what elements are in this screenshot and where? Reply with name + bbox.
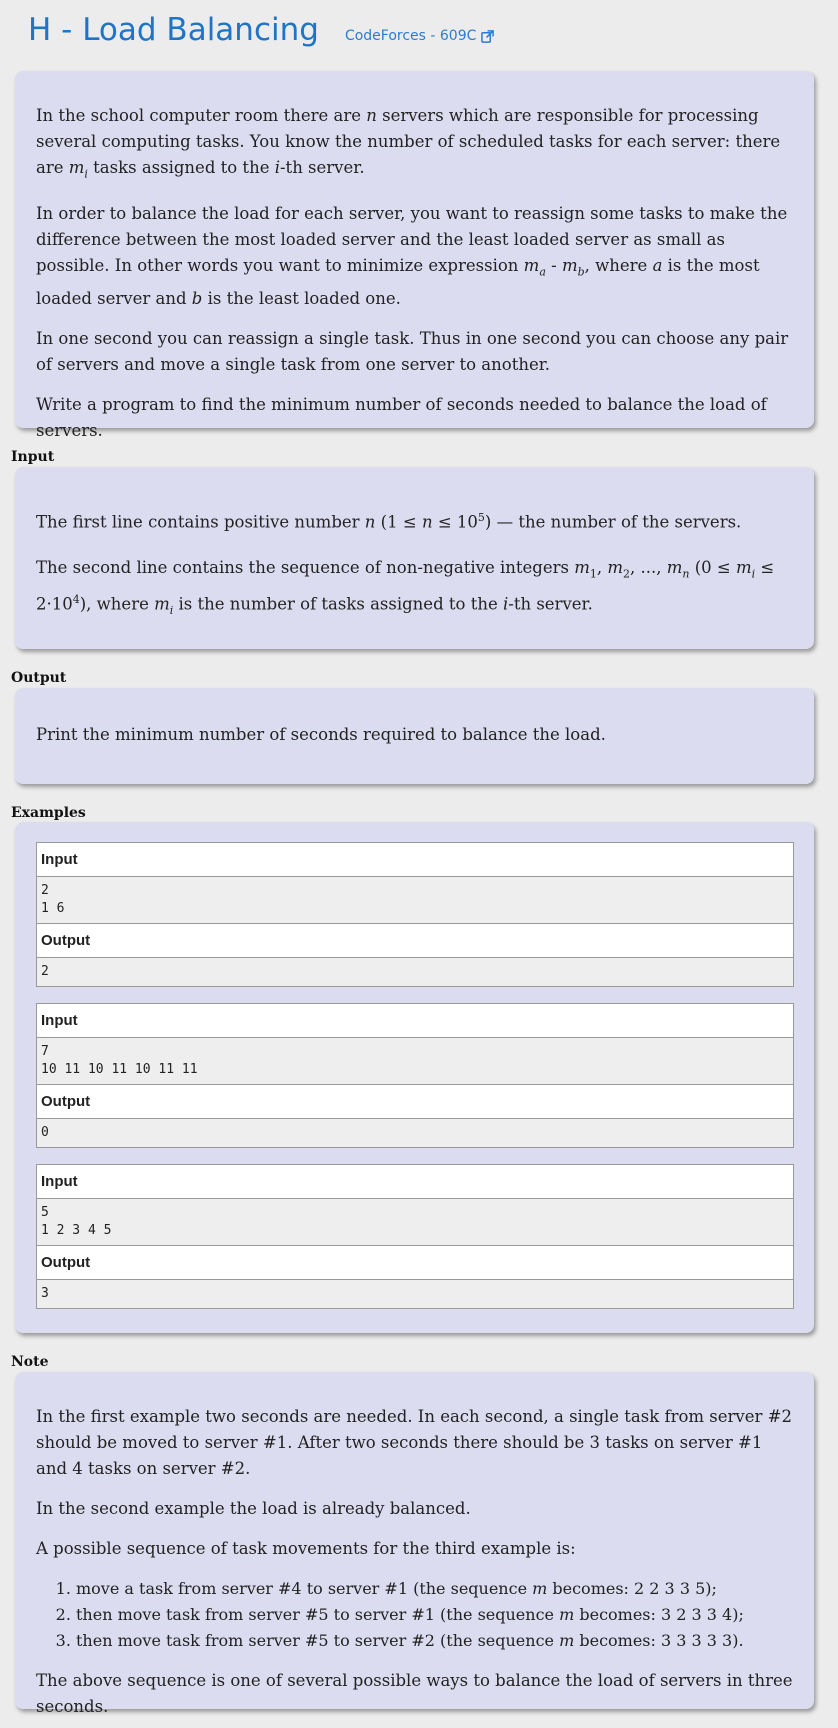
- input-paragraph-2: The second line contains the sequence of…: [36, 557, 775, 617]
- example-3-output-label: Output: [37, 1246, 793, 1280]
- output-card: Print the minimum number of seconds requ…: [15, 688, 814, 784]
- example-2-output-label: Output: [37, 1085, 793, 1119]
- example-1-input: 2 1 6: [37, 877, 793, 924]
- statement-paragraph-4: Write a program to find the minimum numb…: [36, 394, 767, 440]
- note-paragraph-2: In the second example the load is alread…: [36, 1499, 471, 1518]
- statement-paragraph-2: In order to balance the load for each se…: [36, 204, 788, 308]
- output-paragraph-1: Print the minimum number of seconds requ…: [36, 725, 606, 744]
- title-row: H - Load Balancing CodeForces - 609C: [28, 12, 495, 56]
- example-2-output: 0: [37, 1119, 793, 1147]
- example-1: Input 2 1 6 Output 2: [36, 842, 794, 987]
- source-link[interactable]: CodeForces - 609C: [344, 28, 495, 44]
- note-card: In the first example two seconds are nee…: [15, 1372, 814, 1716]
- source-link-label: CodeForces - 609C: [344, 28, 477, 44]
- statement-card: In the school computer room there are n …: [15, 71, 814, 440]
- note-step-3: then move task from server #5 to server …: [76, 1628, 794, 1654]
- example-1-output-label: Output: [37, 924, 793, 958]
- examples-heading: Examples: [11, 805, 86, 821]
- example-1-output: 2: [37, 958, 793, 986]
- note-step-2: then move task from server #5 to server …: [76, 1602, 794, 1628]
- statement-paragraph-1: In the school computer room there are n …: [36, 106, 781, 181]
- problem-title: H - Load Balancing: [28, 12, 319, 48]
- example-2: Input 7 10 11 10 11 10 11 11 Output 0: [36, 1003, 794, 1148]
- note-heading: Note: [11, 1354, 49, 1370]
- input-heading: Input: [11, 449, 55, 465]
- external-link-icon: [481, 29, 495, 43]
- example-2-input-label: Input: [37, 1004, 793, 1038]
- input-paragraph-1: The first line contains positive number …: [36, 511, 742, 532]
- example-2-input: 7 10 11 10 11 10 11 11: [37, 1038, 793, 1085]
- example-3-input-label: Input: [37, 1165, 793, 1199]
- example-3: Input 5 1 2 3 4 5 Output 3: [36, 1164, 794, 1309]
- output-heading: Output: [11, 670, 67, 686]
- examples-card: Input 2 1 6 Output 2 Input 7 10 11 10 11…: [15, 822, 814, 1333]
- note-paragraph-4: The above sequence is one of several pos…: [36, 1671, 793, 1716]
- note-paragraph-3: A possible sequence of task movements fo…: [36, 1539, 576, 1558]
- input-card: The first line contains positive number …: [15, 467, 814, 649]
- example-1-input-label: Input: [37, 843, 793, 877]
- statement-paragraph-3: In one second you can reassign a single …: [36, 328, 789, 374]
- note-paragraph-1: In the first example two seconds are nee…: [36, 1407, 792, 1478]
- example-3-input: 5 1 2 3 4 5: [37, 1199, 793, 1246]
- note-steps-list: move a task from server #4 to server #1 …: [36, 1576, 794, 1654]
- example-3-output: 3: [37, 1280, 793, 1308]
- note-step-1: move a task from server #4 to server #1 …: [76, 1576, 794, 1602]
